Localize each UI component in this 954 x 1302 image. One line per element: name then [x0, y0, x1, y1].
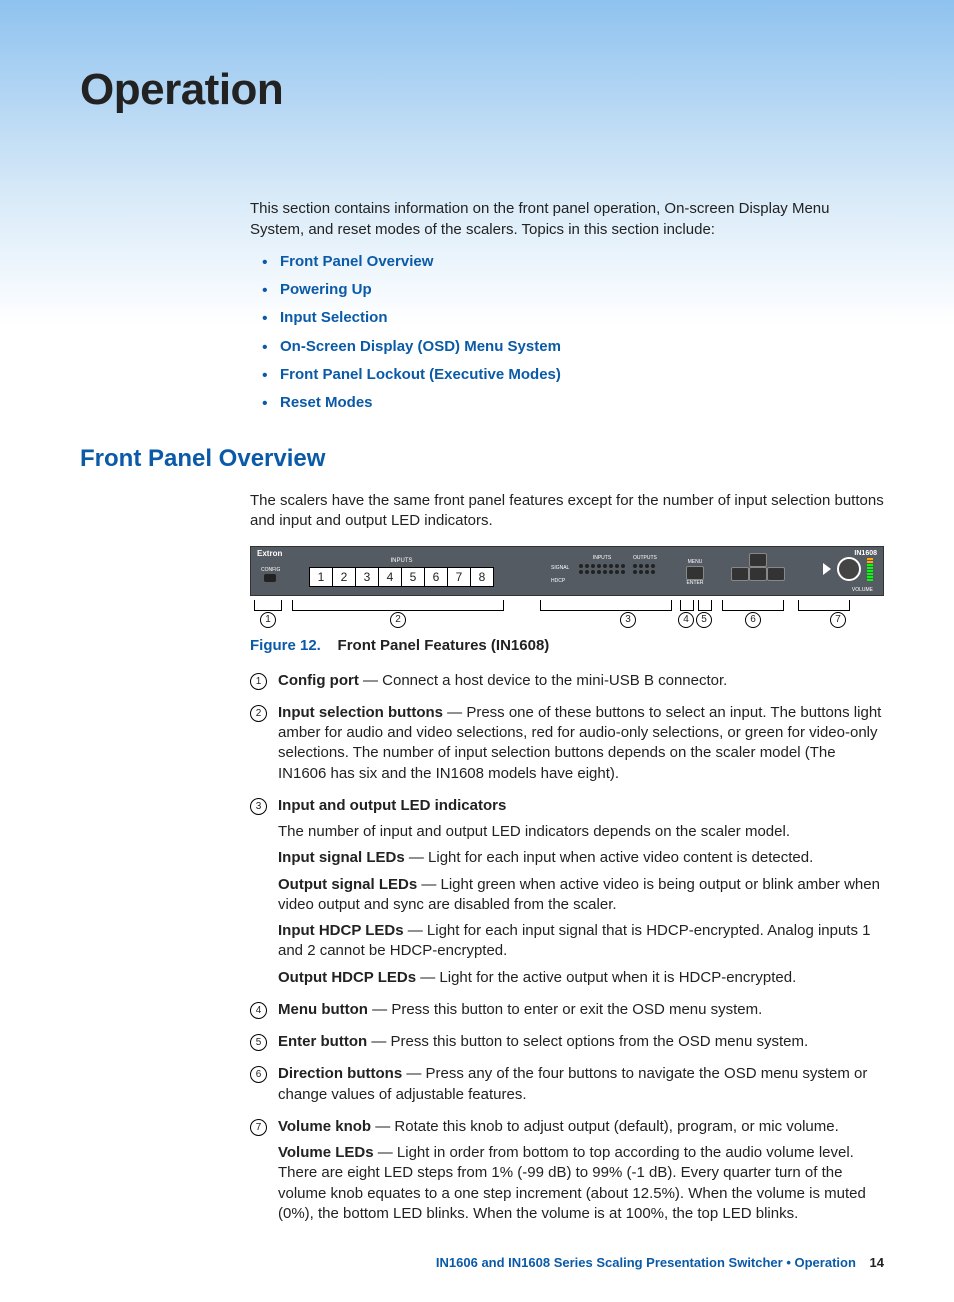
feature-menu-button: 4 Menu button — Press this button to ent…	[250, 1000, 884, 1020]
direction-buttons	[731, 553, 783, 579]
figure-caption: Figure 12. Front Panel Features (IN1608)	[250, 636, 884, 656]
feature-3-sub-3-pre: Input HDCP LEDs	[278, 922, 404, 939]
volume-label: VOLUME	[852, 587, 873, 594]
feature-title-5: Enter button	[278, 1033, 367, 1050]
inputs-label: INPUTS	[309, 557, 494, 565]
feature-num-1: 1	[250, 673, 267, 690]
callout-4: 4	[678, 612, 694, 628]
section-intro: The scalers have the same front panel fe…	[250, 491, 884, 532]
feature-title-3: Input and output LED indicators	[278, 797, 506, 814]
feature-led-indicators: 3 Input and output LED indicators The nu…	[250, 796, 884, 988]
callout-1: 1	[260, 612, 276, 628]
feature-enter-button: 5 Enter button — Press this button to se…	[250, 1032, 884, 1052]
arrow-up-icon	[749, 553, 767, 567]
config-port-icon	[264, 574, 276, 582]
input-button-3: 3	[356, 568, 379, 586]
footer-text: IN1606 and IN1608 Series Scaling Present…	[436, 1255, 856, 1270]
feature-3-sub-1-pre: Input signal LEDs	[278, 849, 405, 866]
feature-3-sub-4-text: — Light for the active output when it is…	[416, 969, 796, 986]
feature-title-4: Menu button	[278, 1001, 368, 1018]
link-powering-up[interactable]: Powering Up	[280, 281, 372, 298]
led-inputs-label: INPUTS	[579, 555, 625, 562]
hdcp-label: HDCP	[551, 578, 569, 585]
callout-6: 6	[745, 612, 761, 628]
link-reset-modes[interactable]: Reset Modes	[280, 394, 373, 411]
feature-volume-knob: 7 Volume knob — Rotate this knob to adju…	[250, 1117, 884, 1224]
intro-text: This section contains information on the…	[250, 199, 884, 240]
input-button-4: 4	[379, 568, 402, 586]
section-heading: Front Panel Overview	[80, 443, 884, 475]
input-button-1: 1	[310, 568, 333, 586]
feature-num-2: 2	[250, 705, 267, 722]
feature-body-7: — Rotate this knob to adjust output (def…	[371, 1118, 839, 1135]
arrow-right-icon	[767, 567, 785, 581]
volume-knob-icon	[837, 557, 861, 581]
inputs-group: INPUTS 1 2 3 4 5 6 7 8	[309, 557, 494, 587]
menu-enter-buttons: MENU ENTER	[686, 559, 704, 587]
front-panel-figure: Extron IN1608 CONFIG INPUTS 1 2 3 4 5 6	[250, 546, 884, 628]
page-number: 14	[870, 1255, 884, 1270]
link-front-panel-overview[interactable]: Front Panel Overview	[280, 253, 433, 270]
input-buttons-row: 1 2 3 4 5 6 7 8	[309, 567, 494, 587]
feature-title-2: Input selection buttons	[278, 704, 443, 721]
brand-label: Extron	[257, 549, 282, 560]
config-area: CONFIG	[261, 567, 279, 582]
feature-body-1: — Connect a host device to the mini-USB …	[359, 672, 728, 689]
input-button-7: 7	[448, 568, 471, 586]
config-label: CONFIG	[261, 567, 279, 574]
volume-leds	[867, 558, 873, 581]
feature-num-4: 4	[250, 1002, 267, 1019]
volume-area	[823, 557, 873, 581]
feature-config-port: 1 Config port — Connect a host device to…	[250, 671, 884, 691]
callout-2: 2	[390, 612, 406, 628]
feature-3-sub-0: The number of input and output LED indic…	[278, 822, 884, 842]
link-input-selection[interactable]: Input Selection	[280, 309, 388, 326]
enter-label: ENTER	[686, 580, 704, 587]
figure-number: Figure 12.	[250, 637, 321, 654]
feature-num-6: 6	[250, 1066, 267, 1083]
signal-label: SIGNAL	[551, 565, 569, 572]
feature-body-4: — Press this button to enter or exit the…	[368, 1001, 762, 1018]
feature-num-3: 3	[250, 798, 267, 815]
menu-button-icon	[686, 566, 704, 580]
feature-7-sub-0-pre: Volume LEDs	[278, 1144, 374, 1161]
callout-3: 3	[620, 612, 636, 628]
input-button-2: 2	[333, 568, 356, 586]
input-button-8: 8	[471, 568, 493, 586]
feature-body-5: — Press this button to select options fr…	[367, 1033, 808, 1050]
device-panel: Extron IN1608 CONFIG INPUTS 1 2 3 4 5 6	[250, 546, 884, 596]
arrow-down-icon	[749, 567, 767, 581]
feature-title-7: Volume knob	[278, 1118, 371, 1135]
input-button-6: 6	[425, 568, 448, 586]
feature-title-6: Direction buttons	[278, 1065, 402, 1082]
speaker-icon	[823, 563, 831, 575]
feature-list: 1 Config port — Connect a host device to…	[250, 671, 884, 1225]
callout-7: 7	[830, 612, 846, 628]
feature-num-7: 7	[250, 1119, 267, 1136]
feature-3-sub-4-pre: Output HDCP LEDs	[278, 969, 416, 986]
feature-direction-buttons: 6 Direction buttons — Press any of the f…	[250, 1064, 884, 1105]
feature-title-1: Config port	[278, 672, 359, 689]
feature-input-buttons: 2 Input selection buttons — Press one of…	[250, 703, 884, 784]
topic-links: Front Panel Overview Powering Up Input S…	[250, 252, 884, 414]
link-front-panel-lockout[interactable]: Front Panel Lockout (Executive Modes)	[280, 366, 561, 383]
led-outputs-label: OUTPUTS	[633, 555, 657, 562]
callout-brackets: 1 2 3 4 5 6 7	[250, 600, 884, 628]
page-footer: IN1606 and IN1608 Series Scaling Present…	[250, 1254, 884, 1272]
led-indicators: SIGNAL HDCP INPUTS OUTPUTS	[551, 555, 657, 576]
feature-num-5: 5	[250, 1034, 267, 1051]
feature-3-sub-1-text: — Light for each input when active video…	[405, 849, 814, 866]
callout-5: 5	[696, 612, 712, 628]
feature-3-sub-2-pre: Output signal LEDs	[278, 876, 417, 893]
main-content: This section contains information on the…	[250, 199, 884, 1271]
input-button-5: 5	[402, 568, 425, 586]
menu-label: MENU	[686, 559, 704, 566]
arrow-left-icon	[731, 567, 749, 581]
figure-title: Front Panel Features (IN1608)	[338, 637, 550, 654]
page-title: Operation	[80, 60, 884, 119]
link-osd-menu-system[interactable]: On-Screen Display (OSD) Menu System	[280, 338, 561, 355]
